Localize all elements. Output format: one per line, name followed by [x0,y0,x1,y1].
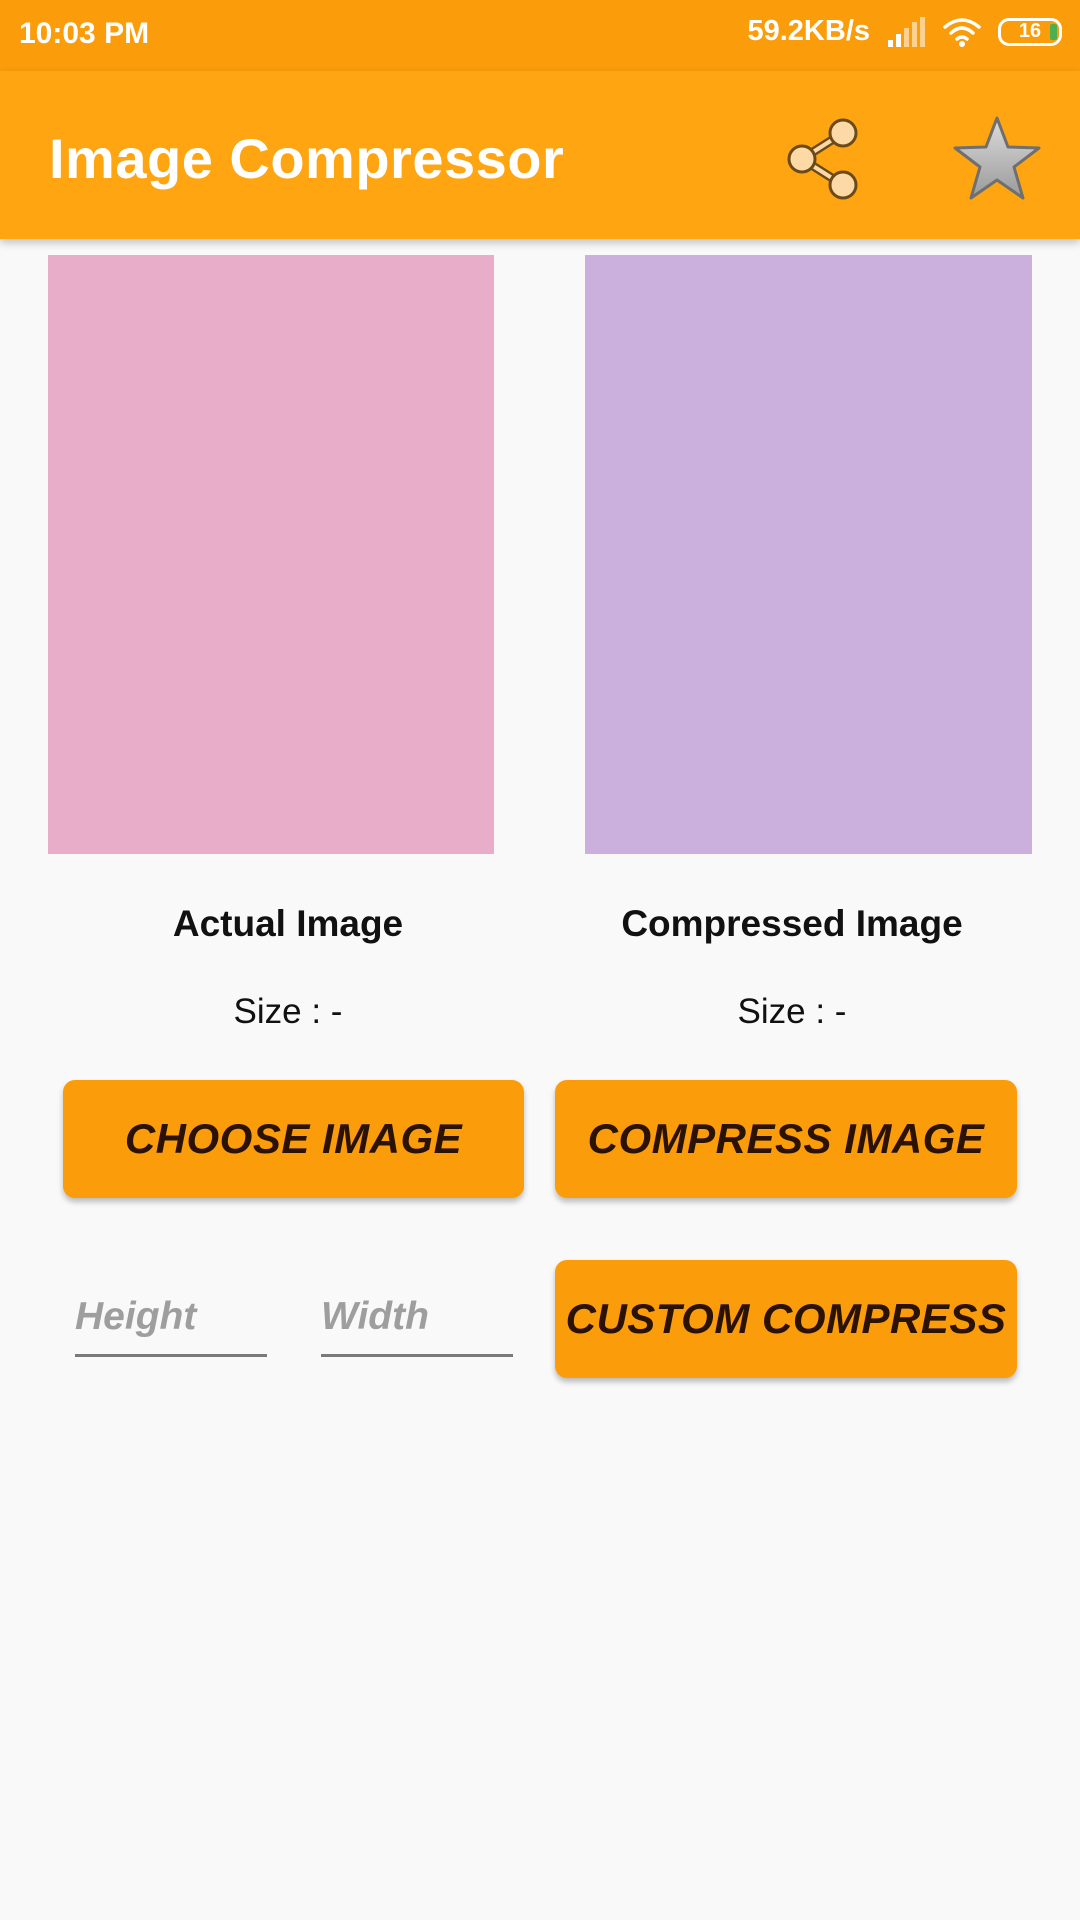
custom-compress-button[interactable]: CUSTOM COMPRESS [555,1260,1017,1378]
compressed-size-text: Size : - [737,992,847,1031]
compress-image-button[interactable]: COMPRESS IMAGE [555,1080,1017,1198]
status-indicators: 59.2KB/s 16 [747,15,1062,48]
rate-button[interactable] [951,113,1043,205]
share-button[interactable] [780,115,868,203]
compressed-image-caption: Compressed Image [621,903,963,944]
app-bar: Image Compressor [0,71,1080,239]
share-icon [787,118,858,200]
choose-image-button[interactable]: CHOOSE IMAGE [63,1080,524,1198]
network-speed: 59.2KB/s [747,15,870,47]
status-time: 10:03 PM [19,17,150,50]
battery-icon: 16 [998,17,1062,46]
status-bar: 10:03 PM 59.2KB/s 16 [0,0,1080,71]
actual-image-caption: Actual Image [172,903,404,944]
actual-image-preview [48,255,494,854]
battery-charge-indicator [1050,23,1057,40]
height-input[interactable] [75,1285,267,1357]
wifi-icon [943,17,981,47]
actual-size-text: Size : - [233,992,343,1031]
battery-level: 16 [1018,20,1042,42]
app-title: Image Compressor [49,127,565,190]
compressed-image-preview [585,255,1032,854]
star-icon [953,116,1041,200]
signal-icon [888,16,925,47]
width-input[interactable] [321,1285,513,1357]
